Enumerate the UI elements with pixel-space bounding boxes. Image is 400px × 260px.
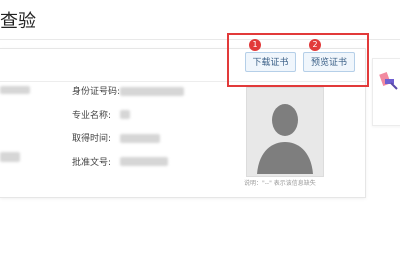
- person-silhouette-icon: [247, 88, 323, 176]
- download-certificate-button[interactable]: 下载证书: [245, 52, 296, 72]
- field-label-obtained-date: 取得时间:: [72, 134, 112, 144]
- missing-info-note: 说明："--" 表示该信息缺失: [244, 180, 316, 187]
- obtained-date-value-redacted: [120, 134, 160, 143]
- page-title: 查验: [0, 11, 36, 32]
- redacted-value: [0, 86, 30, 94]
- field-label-major: 专业名称:: [72, 111, 112, 121]
- tools-icon[interactable]: [373, 59, 400, 99]
- preview-certificate-button[interactable]: 预览证书: [303, 52, 355, 72]
- step-badge-1: 1: [249, 39, 261, 51]
- redacted-value: [0, 152, 20, 162]
- field-label-id-number: 身份证号码:: [72, 87, 121, 97]
- id-number-value-redacted: [120, 87, 184, 96]
- field-label-approval-number: 批准文号:: [72, 158, 112, 168]
- certificate-photo: [246, 87, 324, 177]
- step-badge-2: 2: [309, 39, 321, 51]
- approval-number-value-redacted: [120, 157, 168, 166]
- side-toolbar[interactable]: [372, 58, 400, 126]
- major-value-redacted: [120, 110, 130, 119]
